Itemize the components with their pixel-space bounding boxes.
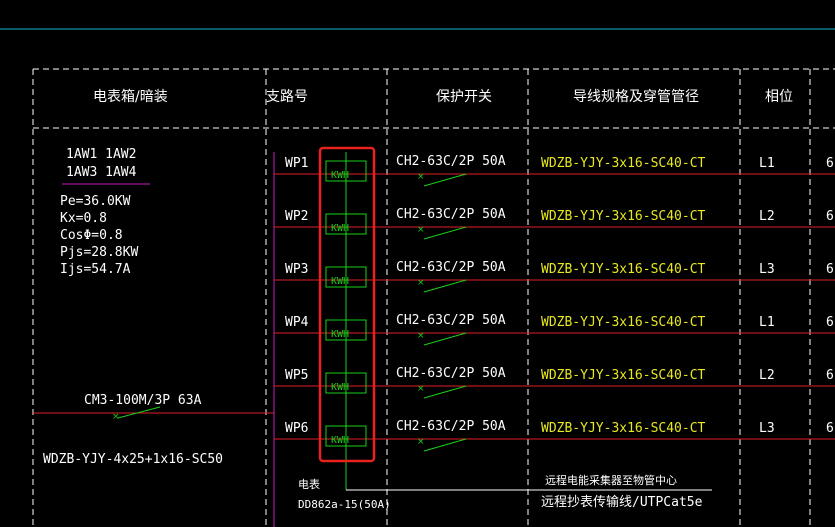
breaker-x-mark: × xyxy=(417,225,425,235)
circuit-phase: L3 xyxy=(759,421,775,436)
main-cable-label: WDZB-YJY-4x25+1x16-SC50 xyxy=(43,452,224,467)
circuit-phase: L2 xyxy=(759,368,775,383)
circuit-cable: WDZB-YJY-3x16-SC40-CT xyxy=(541,315,706,330)
param-kx: Kx=0.8 xyxy=(60,211,107,226)
box-ids-1: 1AW1 1AW2 xyxy=(66,147,137,162)
circuit-extra: 6 xyxy=(826,368,834,383)
header-circuit: 支路号 xyxy=(266,89,308,105)
param-pjs: Pjs=28.8KW xyxy=(60,245,139,260)
circuit-cable: WDZB-YJY-3x16-SC40-CT xyxy=(541,262,706,277)
circuit-extra: 6 xyxy=(826,209,834,224)
circuit-id: WP6 xyxy=(285,421,309,436)
kwh-meter-label: KWH xyxy=(331,276,349,287)
circuit-phase: L2 xyxy=(759,209,775,224)
main-breaker-label: CM3-100M/3P 63A xyxy=(84,393,202,408)
circuit-cable: WDZB-YJY-3x16-SC40-CT xyxy=(541,421,706,436)
circuit-phase: L3 xyxy=(759,262,775,277)
circuit-cable: WDZB-YJY-3x16-SC40-CT xyxy=(541,209,706,224)
breaker-symbol xyxy=(423,332,467,346)
breaker-symbol xyxy=(423,279,467,293)
param-pe: Pe=36.0KW xyxy=(60,194,131,209)
circuit-extra: 6 xyxy=(826,421,834,436)
circuit-id: WP3 xyxy=(285,262,309,277)
transmission-note: 远程抄表传输线/UTPCat5e xyxy=(541,495,703,510)
circuit-breaker: CH2-63C/2P 50A xyxy=(396,154,506,169)
breaker-symbol xyxy=(423,385,467,399)
header-cable: 导线规格及穿管管径 xyxy=(573,89,699,105)
breaker-symbol xyxy=(423,226,467,240)
highlight-box xyxy=(318,146,376,463)
circuit-id: WP4 xyxy=(285,315,309,330)
breaker-x-mark: × xyxy=(417,278,425,288)
header-box: 电表箱/暗装 xyxy=(93,89,168,105)
meter-model: DD862a-15(50A) xyxy=(298,498,391,511)
circuit-breaker: CH2-63C/2P 50A xyxy=(396,260,506,275)
breaker-x-mark: × xyxy=(417,384,425,394)
breaker-symbol xyxy=(423,438,467,452)
circuit-phase: L1 xyxy=(759,156,775,171)
svg-text:×: × xyxy=(112,412,120,422)
header-breaker: 保护开关 xyxy=(436,89,492,105)
kwh-meter-label: KWH xyxy=(331,223,349,234)
breaker-x-mark: × xyxy=(417,331,425,341)
collector-note: 远程电能采集器至物管中心 xyxy=(545,474,677,487)
breaker-symbol xyxy=(423,173,467,187)
kwh-meter-label: KWH xyxy=(331,170,349,181)
box-ids-2: 1AW3 1AW4 xyxy=(66,165,137,180)
param-cos: CosΦ=0.8 xyxy=(60,228,123,243)
circuit-extra: 6 xyxy=(826,262,834,277)
breaker-x-mark: × xyxy=(417,172,425,182)
circuit-cable: WDZB-YJY-3x16-SC40-CT xyxy=(541,368,706,383)
circuit-breaker: CH2-63C/2P 50A xyxy=(396,366,506,381)
breaker-x-mark: × xyxy=(417,437,425,447)
main-incoming-line: × xyxy=(33,406,274,422)
circuit-breaker: CH2-63C/2P 50A xyxy=(396,419,506,434)
meter-type-label: 电表 xyxy=(298,478,320,491)
circuit-id: WP5 xyxy=(285,368,309,383)
kwh-meter-label: KWH xyxy=(331,435,349,446)
circuit-lines: KWH × KWH × KWH × KWH × KWH × KWH × xyxy=(274,160,835,452)
circuit-phase: L1 xyxy=(759,315,775,330)
circuit-extra: 6 xyxy=(826,315,834,330)
circuit-id: WP2 xyxy=(285,209,309,224)
kwh-meter-label: KWH xyxy=(331,329,349,340)
kwh-meter-label: KWH xyxy=(331,382,349,393)
circuit-breaker: CH2-63C/2P 50A xyxy=(396,207,506,222)
circuit-id: WP1 xyxy=(285,156,309,171)
circuit-extra: 6 xyxy=(826,156,834,171)
circuit-cable: WDZB-YJY-3x16-SC40-CT xyxy=(541,156,706,171)
circuit-breaker: CH2-63C/2P 50A xyxy=(396,313,506,328)
header-phase: 相位 xyxy=(765,89,793,105)
param-ijs: Ijs=54.7A xyxy=(60,262,131,277)
